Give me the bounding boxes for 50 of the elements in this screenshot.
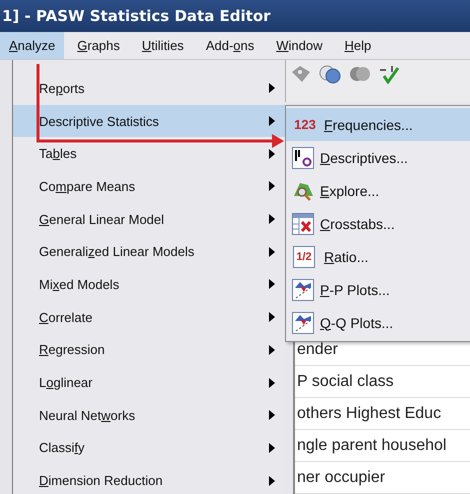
submenu-arrow-icon [269, 344, 275, 355]
menu-item[interactable]: Generalized Linear Models [13, 235, 285, 268]
submenu-arrow-icon [269, 148, 275, 159]
menu-item[interactable]: 1/2 Ratio... [286, 240, 470, 273]
menu-item[interactable]: Analyze [0, 32, 64, 59]
submenu-arrow-icon [269, 442, 275, 453]
menu-item[interactable]: Dimension Reduction [13, 464, 285, 494]
plot-icon [292, 312, 314, 334]
submenu-arrow-icon [269, 214, 275, 224]
menu-item[interactable]: Loglinear [13, 366, 285, 399]
submenu-arrow-icon [269, 279, 275, 290]
window-title: 1] - PASW Statistics Data Editor [2, 7, 271, 25]
descriptives-icon [292, 146, 314, 168]
menu-item[interactable]: Compare Means [13, 170, 285, 203]
menu-item[interactable]: Mixed Models [13, 268, 285, 301]
menu-item[interactable]: Help [336, 32, 380, 59]
menu-item[interactable]: Classify [13, 432, 285, 464]
menu-item[interactable]: Utilities [132, 32, 193, 59]
submenu-arrow-icon [269, 116, 275, 126]
menu-item[interactable]: Explore... [286, 174, 470, 207]
menu-item[interactable]: Neural Networks [13, 398, 285, 432]
menu-item[interactable]: Add-ons [196, 32, 264, 59]
spellcheck-icon[interactable] [378, 64, 400, 84]
submenu-arrow-icon [269, 312, 275, 322]
menu-item[interactable]: Descriptive Statistics [13, 104, 285, 138]
submenu-arrow-icon [269, 476, 275, 486]
menu-item[interactable]: Window [267, 32, 332, 59]
submenu-arrow-icon [269, 378, 275, 388]
menu-item[interactable]: 123 Frequencies... [286, 108, 470, 141]
submenu-arrow-icon [269, 181, 275, 192]
menu-item[interactable]: Graphs [68, 32, 129, 59]
table-cell: ngle parent househol [295, 430, 470, 462]
menu-item[interactable]: Crosstabs... [286, 207, 470, 240]
table-cell: others Highest Educ [295, 398, 470, 430]
circles-icon[interactable] [348, 64, 372, 84]
plot-icon [292, 278, 314, 300]
menu-item[interactable]: Descriptives... [286, 141, 470, 174]
submenu-arrow-icon [269, 246, 275, 257]
menu-item[interactable]: Correlate [13, 300, 285, 334]
submenu-arrow-icon [269, 83, 275, 94]
submenu-arrow-icon [269, 410, 275, 420]
table-cell: ner occupier [295, 462, 470, 494]
menu-item[interactable]: Tables [13, 137, 285, 170]
menu-item[interactable]: Regression [13, 334, 285, 366]
table-cell: P social class [295, 366, 470, 398]
table-icon [292, 212, 314, 234]
menu-item[interactable]: P-P Plots... [286, 273, 470, 306]
menu-item[interactable]: General Linear Model [13, 202, 285, 236]
menu-item[interactable]: Reports [13, 72, 285, 105]
circles-icon[interactable] [318, 64, 342, 84]
